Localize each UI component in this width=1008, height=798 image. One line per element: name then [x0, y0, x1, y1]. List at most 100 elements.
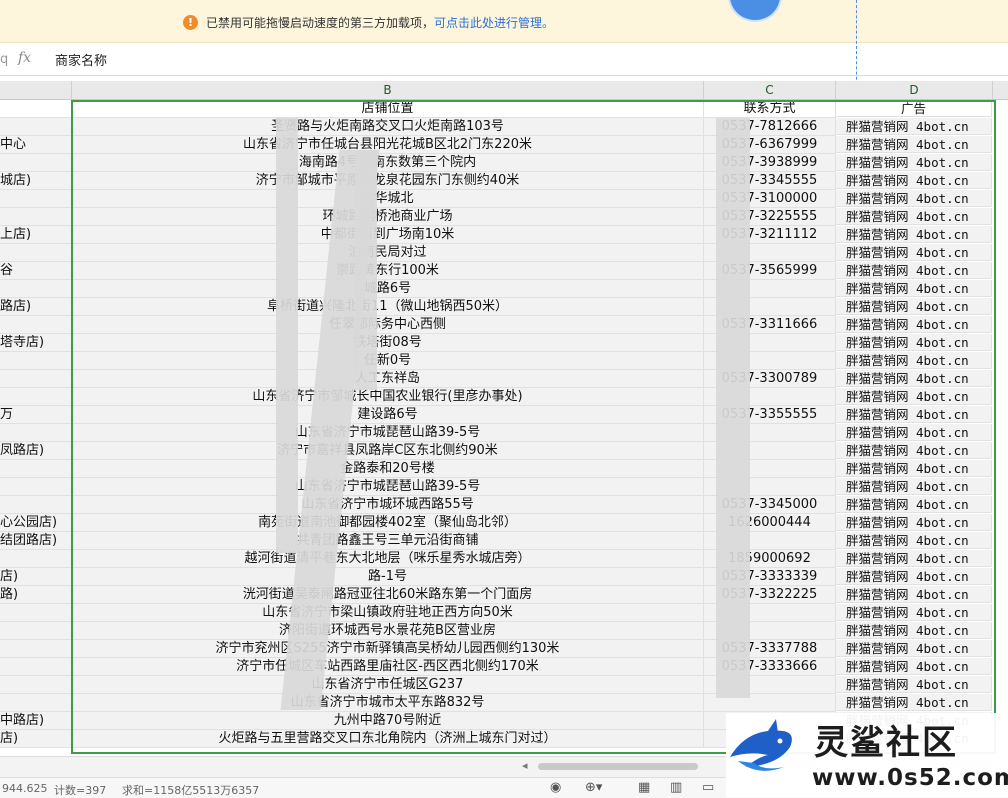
- cell-location[interactable]: 山东省济宁市城琵琶山路39-5号: [72, 424, 704, 442]
- column-header-d[interactable]: D: [836, 81, 993, 99]
- cell-ad[interactable]: 胖猫营销网 4bot.cn: [836, 352, 992, 369]
- cell-ad[interactable]: 胖猫营销网 4bot.cn: [836, 658, 992, 675]
- cell-location[interactable]: 泊南民局对过: [72, 244, 704, 262]
- cell-ad[interactable]: 胖猫营销网 4bot.cn: [836, 136, 992, 153]
- cell-ad[interactable]: 胖猫营销网 4bot.cn: [836, 244, 992, 261]
- cell-ad[interactable]: 胖猫营销网 4bot.cn: [836, 676, 992, 693]
- cell-store-name[interactable]: 万: [0, 406, 72, 424]
- cell-header-contact[interactable]: 联系方式: [704, 100, 836, 118]
- cell-store-name[interactable]: [0, 352, 72, 370]
- cell-store-name[interactable]: [0, 460, 72, 478]
- cell-location[interactable]: 人工东祥岛: [72, 370, 704, 388]
- cell-store-name[interactable]: [0, 424, 72, 442]
- cell-store-name[interactable]: [0, 478, 72, 496]
- eye-icon[interactable]: ◉: [550, 780, 561, 795]
- name-box-edge[interactable]: q: [0, 52, 8, 67]
- cell-location[interactable]: 越河街道清平巷东大北地层（咪乐星秀水城店旁）: [72, 550, 704, 568]
- cell-store-name[interactable]: [0, 208, 72, 226]
- cell-ad[interactable]: 胖猫营销网 4bot.cn: [836, 460, 992, 477]
- cell-header-ad[interactable]: 广告: [836, 100, 992, 117]
- cell-store-name[interactable]: [0, 604, 72, 622]
- manage-addins-link[interactable]: 可点击此处进行管理。: [434, 16, 554, 30]
- cell-location[interactable]: 海南路4号路南东数第三个院内: [72, 154, 704, 172]
- cell-location[interactable]: 共青团路鑫王号三单元沿街商铺: [72, 532, 704, 550]
- cell-location[interactable]: 铁塔街08号: [72, 334, 704, 352]
- cell-location[interactable]: 金路泰和20号楼: [72, 460, 704, 478]
- cell-location[interactable]: 山东省济宁市任城台县阳光花城B区北2门东220米: [72, 136, 704, 154]
- cell-location[interactable]: 九州中路70号附近: [72, 712, 704, 730]
- cell-ad[interactable]: 胖猫营销网 4bot.cn: [836, 640, 992, 657]
- cell-a-header[interactable]: [0, 100, 72, 118]
- cell-ad[interactable]: 胖猫营销网 4bot.cn: [836, 208, 992, 225]
- cell-ad[interactable]: 胖猫营销网 4bot.cn: [836, 622, 992, 639]
- scroll-left-icon[interactable]: ◂: [522, 759, 528, 772]
- cell-location[interactable]: 环城路越桥池商业广场: [72, 208, 704, 226]
- cell-location[interactable]: 山东省济宁市邹城长中国农业银行(里彦办事处): [72, 388, 704, 406]
- cell-location[interactable]: 洸河街道吴泰闸路冠亚往北60米路东第一个门面房: [72, 586, 704, 604]
- cell-location[interactable]: 圣贤路与火炬南路交叉口火炬南路103号: [72, 118, 704, 136]
- cell-store-name[interactable]: 心公园店): [0, 514, 72, 532]
- cell-ad[interactable]: 胖猫营销网 4bot.cn: [836, 190, 992, 207]
- cell-store-name[interactable]: [0, 694, 72, 712]
- cell-ad[interactable]: 胖猫营销网 4bot.cn: [836, 550, 992, 567]
- normal-view-icon[interactable]: ▦: [638, 780, 650, 795]
- cell-ad[interactable]: 胖猫营销网 4bot.cn: [836, 406, 992, 423]
- cell-ad[interactable]: 胖猫营销网 4bot.cn: [836, 280, 992, 297]
- cell-location[interactable]: 金华城北: [72, 190, 704, 208]
- cell-location[interactable]: 南苑街道南池御都园楼402室（聚仙岛北邻）: [72, 514, 704, 532]
- cell-location[interactable]: 路-1号: [72, 568, 704, 586]
- cell-store-name[interactable]: [0, 388, 72, 406]
- cell-ad[interactable]: 胖猫营销网 4bot.cn: [836, 316, 992, 333]
- cell-ad[interactable]: 胖猫营销网 4bot.cn: [836, 514, 992, 531]
- cell-store-name[interactable]: [0, 550, 72, 568]
- cell-ad[interactable]: 胖猫营销网 4bot.cn: [836, 532, 992, 549]
- cell-location[interactable]: 火炬路与五里营路交叉口东北角院内（济洲上城东门对过）: [72, 730, 704, 748]
- floating-assistant-button[interactable]: [728, 0, 782, 22]
- cell-location[interactable]: 山东省济宁市城环城西路55号: [72, 496, 704, 514]
- cell-ad[interactable]: 胖猫营销网 4bot.cn: [836, 226, 992, 243]
- cell-ad[interactable]: 胖猫营销网 4bot.cn: [836, 118, 992, 135]
- cell-store-name[interactable]: 路): [0, 586, 72, 604]
- cell-location[interactable]: 任翠都际务中心西侧: [72, 316, 704, 334]
- cell-ad[interactable]: 胖猫营销网 4bot.cn: [836, 496, 992, 513]
- cell-location[interactable]: 山东省济宁市城市太平东路832号: [72, 694, 704, 712]
- cell-location[interactable]: 济宁市邹城市平原路龙泉花园东门东侧约40米: [72, 172, 704, 190]
- cell-store-name[interactable]: [0, 622, 72, 640]
- cell-location[interactable]: 济阳街道环城西号水景花苑B区营业房: [72, 622, 704, 640]
- cell-ad[interactable]: 胖猫营销网 4bot.cn: [836, 370, 992, 387]
- cell-store-name[interactable]: [0, 676, 72, 694]
- cell-ad[interactable]: 胖猫营销网 4bot.cn: [836, 478, 992, 495]
- formula-input[interactable]: 商家名称: [55, 50, 107, 69]
- cell-location[interactable]: 山东省济宁市城琵琶山路39-5号: [72, 478, 704, 496]
- cell-store-name[interactable]: 谷: [0, 262, 72, 280]
- cell-store-name[interactable]: [0, 190, 72, 208]
- cell-ad[interactable]: 胖猫营销网 4bot.cn: [836, 334, 992, 351]
- cell-store-name[interactable]: 结团路店): [0, 532, 72, 550]
- cell-store-name[interactable]: [0, 370, 72, 388]
- cell-store-name[interactable]: [0, 496, 72, 514]
- cell-store-name[interactable]: 中心: [0, 136, 72, 154]
- page-layout-icon[interactable]: ▥: [670, 780, 682, 795]
- cell-location[interactable]: 山东省济宁市任城区G237: [72, 676, 704, 694]
- cell-ad[interactable]: 胖猫营销网 4bot.cn: [836, 442, 992, 459]
- column-header-c[interactable]: C: [704, 81, 836, 99]
- cell-store-name[interactable]: 店): [0, 568, 72, 586]
- cell-location[interactable]: 崇路黄东行100米: [72, 262, 704, 280]
- cell-store-name[interactable]: 凤路店): [0, 442, 72, 460]
- cell-location[interactable]: 建设路6号: [72, 406, 704, 424]
- cell-ad[interactable]: 胖猫营销网 4bot.cn: [836, 586, 992, 603]
- cell-store-name[interactable]: 城店): [0, 172, 72, 190]
- cell-location[interactable]: 中都街南到广场南10米: [72, 226, 704, 244]
- cell-store-name[interactable]: 上店): [0, 226, 72, 244]
- cell-ad[interactable]: 胖猫营销网 4bot.cn: [836, 388, 992, 405]
- cell-ad[interactable]: 胖猫营销网 4bot.cn: [836, 298, 992, 315]
- cell-store-name[interactable]: [0, 154, 72, 172]
- cell-style-icon[interactable]: ⊕▾: [585, 780, 602, 795]
- cell-location[interactable]: 济宁市嘉祥县凤路岸C区东北侧约90米: [72, 442, 704, 460]
- cell-location[interactable]: 阜桥街道兴隆北街11（微山地锅西50米）: [72, 298, 704, 316]
- cell-location[interactable]: 任新0号: [72, 352, 704, 370]
- cell-ad[interactable]: 胖猫营销网 4bot.cn: [836, 172, 992, 189]
- cell-store-name[interactable]: 路店): [0, 298, 72, 316]
- cell-location[interactable]: 济宁市任城区车站西路里庙社区-西区西北侧约170米: [72, 658, 704, 676]
- cell-store-name[interactable]: 中路店): [0, 712, 72, 730]
